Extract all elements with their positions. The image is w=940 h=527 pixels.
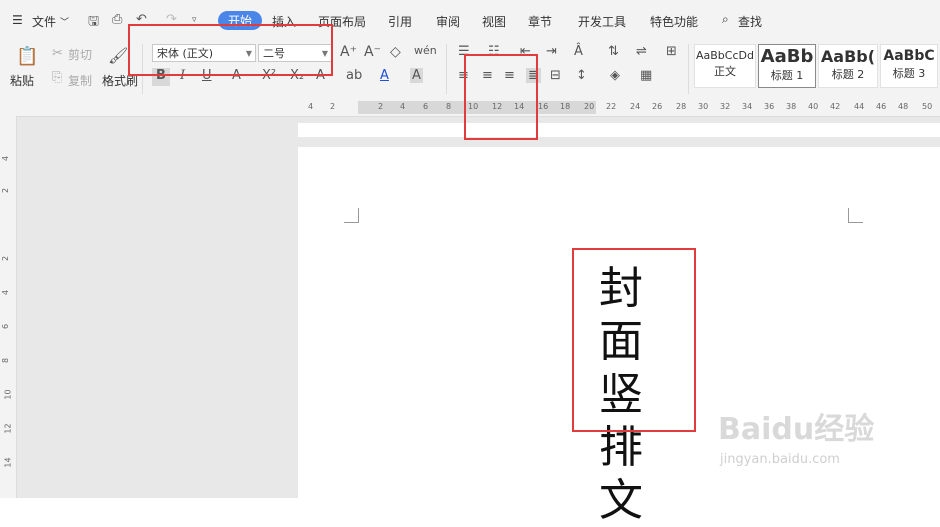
ruler-tick-label: 2 [1,187,11,194]
style-heading-2[interactable]: AaBb( 标题 2 [818,44,878,88]
ruler-tick-label: 30 [698,102,709,111]
ruler-tick-label: 24 [630,102,641,111]
highlight-paragraph-box [464,54,538,140]
style-label: 标题 2 [831,68,865,81]
save-icon[interactable]: 🖫 [88,12,99,34]
ruler-tick-label: 46 [876,102,887,111]
ruler-tick-label: 16 [538,102,549,111]
style-label: 标题 1 [770,69,804,82]
vertical-ruler[interactable] [0,116,17,498]
grow-font-icon[interactable]: A⁺ [340,44,357,60]
watermark-logo: Baidu经验 [718,412,875,447]
chevron-down-icon[interactable]: ﹀ [60,15,69,28]
ruler-tick-label: 10 [3,389,13,400]
table-icon[interactable]: ⊞ [666,44,677,59]
print-preview-icon[interactable]: ⎙ [112,12,122,27]
format-painter-icon[interactable]: 🖌 [108,46,128,65]
file-menu[interactable]: 文件 [32,13,56,30]
style-heading-1[interactable]: AaBb 标题 1 [758,44,816,88]
style-preview: AaBbC [883,48,935,64]
ruler-tick-label: 42 [830,102,841,111]
cut-icon[interactable]: ✂ [52,46,63,61]
tab-sections[interactable]: 章节 [528,13,552,30]
ruler-tick-label: 12 [3,423,13,434]
style-label: 正文 [714,65,736,78]
style-preview: AaBb [760,46,814,67]
tab-special[interactable]: 特色功能 [650,13,698,30]
ribbon-divider [446,44,447,94]
shrink-font-icon[interactable]: A⁻ [364,44,381,60]
text-direction-icon[interactable]: Â [574,44,583,59]
char-shading-icon[interactable]: A [410,68,423,83]
search-icon[interactable]: ⌕ [722,12,729,27]
style-normal[interactable]: AaBbCcDd 正文 [694,44,756,88]
paste-button[interactable]: 粘贴 [10,72,34,89]
ruler-tick-label: 4 [308,102,314,111]
ruler-tick-label: 44 [854,102,865,111]
tab-references[interactable]: 引用 [388,13,412,30]
ruler-tick-label: 34 [742,102,753,111]
sort-icon[interactable]: ⇅ [608,44,619,59]
search-button[interactable]: 查找 [738,13,762,30]
ruler-tick-label: 8 [1,357,11,364]
ruler-tick-label: 48 [898,102,909,111]
margin-corner-mark [344,208,359,223]
ruler-tick-label: 2 [330,102,336,111]
vertical-char: 文 [599,475,643,526]
line-spacing-icon[interactable]: ↕ [576,68,587,83]
phonetic-guide-icon[interactable]: wén [414,44,437,57]
ruler-tick-label: 6 [423,102,429,111]
previous-page-bottom [298,123,940,137]
style-preview: AaBb( [820,47,876,66]
clear-format-icon[interactable]: ◇ [390,44,401,60]
distribute-icon[interactable]: ⊟ [550,68,561,83]
ruler-tick-label: 32 [720,102,731,111]
style-label: 标题 3 [892,67,926,80]
highlight-font-box [128,24,333,76]
ruler-tick-label: 28 [676,102,687,111]
increase-indent-icon[interactable]: ⇥ [546,44,557,59]
ruler-tick-label: 8 [446,102,452,111]
shading-icon[interactable]: ◈ [610,68,620,83]
tab-developer[interactable]: 开发工具 [578,13,626,30]
borders-icon[interactable]: ▦ [640,68,652,83]
copy-icon[interactable]: ⎘ [52,70,62,85]
margin-corner-mark [848,208,863,223]
ruler-tick-label: 4 [1,155,11,162]
menu-icon[interactable]: ☰ [12,13,23,27]
ruler-tick-label: 4 [400,102,406,111]
show-marks-icon[interactable]: ⇌ [636,44,647,59]
ruler-tick-label: 20 [584,102,595,111]
tab-review[interactable]: 审阅 [436,13,460,30]
style-preview: AaBbCcDd [696,49,754,62]
ruler-tick-label: 18 [560,102,571,111]
paste-icon[interactable]: 📋 [16,46,38,67]
style-heading-3[interactable]: AaBbC 标题 3 [880,44,938,88]
ruler-tick-label: 2 [378,102,384,111]
copy-button[interactable]: 复制 [68,72,92,89]
font-color-icon[interactable]: A [380,68,389,83]
ruler-tick-label: 36 [764,102,775,111]
ribbon-divider [688,44,689,94]
highlight-icon[interactable]: ab [346,68,362,83]
ruler-tick-label: 26 [652,102,663,111]
ruler-tick-label: 40 [808,102,819,111]
ruler-tick-label: 22 [606,102,617,111]
watermark-url: jingyan.baidu.com [720,452,840,467]
ruler-tick-label: 6 [1,323,11,330]
tab-view[interactable]: 视图 [482,13,506,30]
ruler-tick-label: 14 [3,457,13,468]
ruler-tick-label: 2 [1,255,11,262]
ruler-tick-label: 38 [786,102,797,111]
cut-button[interactable]: 剪切 [68,46,92,63]
highlight-text-box [572,248,696,432]
ruler-tick-label: 50 [922,102,933,111]
ruler-tick-label: 4 [1,289,11,296]
